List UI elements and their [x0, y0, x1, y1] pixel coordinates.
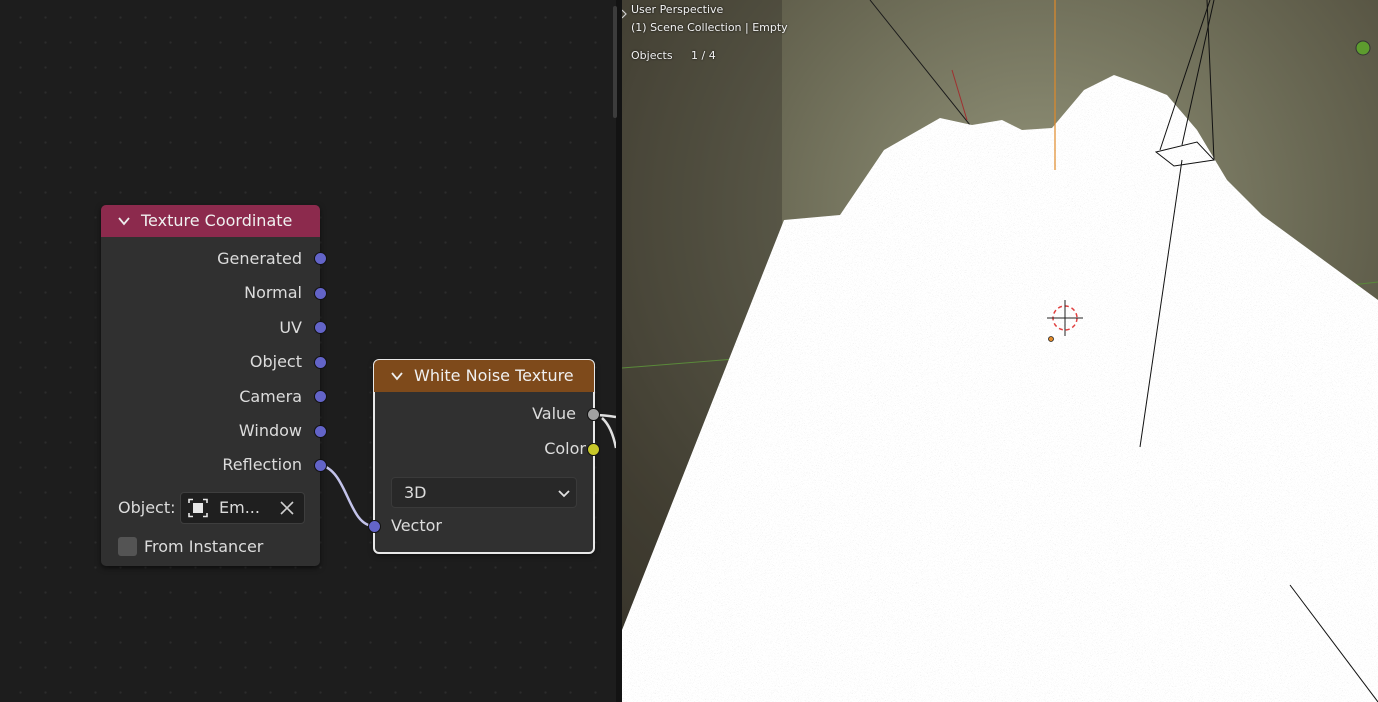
socket-vector-input[interactable]	[368, 520, 381, 533]
objects-stats-count: 1 / 4	[691, 49, 716, 62]
node-editor-scrollbar[interactable]	[613, 6, 617, 118]
node-title: White Noise Texture	[414, 366, 574, 385]
object-field-label: Object:	[118, 498, 176, 517]
texture-coordinate-node[interactable]: Texture Coordinate Generated Normal UV O…	[101, 205, 327, 566]
socket-reflection[interactable]	[314, 459, 327, 472]
shader-node-editor[interactable]: Texture Coordinate Generated Normal UV O…	[0, 0, 616, 702]
link-reflection-to-vector	[319, 463, 375, 528]
objects-stats-label: Objects	[631, 49, 673, 62]
collapse-chevron-icon[interactable]	[390, 369, 404, 383]
output-label-camera: Camera	[239, 387, 302, 406]
output-label-generated: Generated	[217, 249, 302, 268]
from-instancer-checkbox[interactable]	[118, 537, 137, 556]
3d-viewport[interactable]: User Perspective (1) Scene Collection | …	[622, 0, 1378, 702]
texture-coordinate-header[interactable]: Texture Coordinate	[101, 205, 320, 237]
output-label-uv: UV	[279, 318, 302, 337]
socket-camera[interactable]	[314, 390, 327, 403]
chevron-down-icon	[558, 490, 570, 498]
output-label-object: Object	[249, 352, 302, 371]
white-noise-header[interactable]: White Noise Texture	[374, 360, 594, 392]
navigation-gizmo	[1355, 40, 1371, 56]
view-name: User Perspective	[631, 3, 724, 16]
clear-x-icon[interactable]	[280, 501, 294, 515]
socket-object[interactable]	[314, 356, 327, 369]
socket-color[interactable]	[587, 443, 600, 456]
input-label-vector: Vector	[391, 516, 442, 535]
viewport-scene	[622, 0, 1378, 702]
output-label-normal: Normal	[244, 283, 302, 302]
object-field-value: Em...	[219, 498, 260, 517]
scene-collection-label: (1) Scene Collection | Empty	[631, 21, 788, 34]
dimensions-value: 3D	[404, 483, 427, 502]
from-instancer-label: From Instancer	[144, 537, 264, 556]
output-label-color: Color	[544, 439, 586, 458]
node-title: Texture Coordinate	[141, 211, 293, 230]
dimensions-dropdown[interactable]: 3D	[391, 477, 577, 508]
socket-generated[interactable]	[314, 252, 327, 265]
output-label-reflection: Reflection	[222, 455, 302, 474]
socket-window[interactable]	[314, 425, 327, 438]
socket-normal[interactable]	[314, 287, 327, 300]
socket-value[interactable]	[587, 408, 600, 421]
link-color-out	[601, 417, 616, 449]
empty-object-icon	[188, 498, 208, 518]
output-label-value: Value	[532, 404, 576, 423]
white-noise-texture-node[interactable]: White Noise Texture Value Color 3D Vecto…	[368, 359, 600, 554]
socket-uv[interactable]	[314, 321, 327, 334]
output-label-window: Window	[238, 421, 302, 440]
object-picker-field[interactable]: Em...	[180, 492, 305, 524]
collapse-chevron-icon[interactable]	[117, 214, 131, 228]
